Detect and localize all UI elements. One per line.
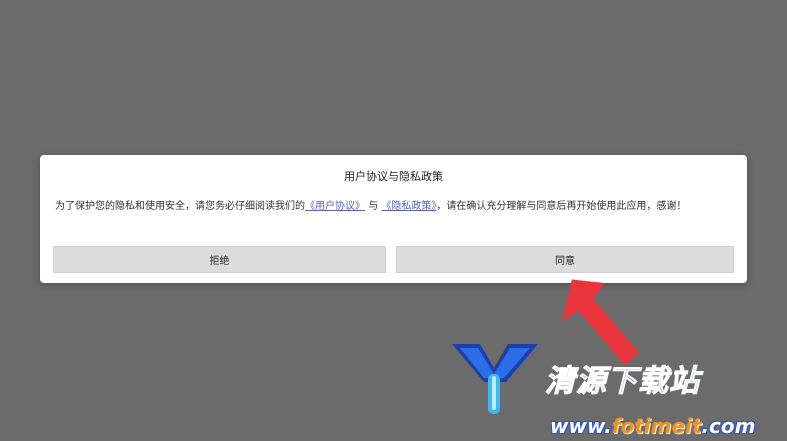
watermark-cn-text: 清源下载站: [545, 364, 700, 400]
watermark-url: www.fotimeit.com: [550, 414, 755, 438]
privacy-policy-link[interactable]: 《隐私政策》: [381, 201, 436, 212]
message-prefix: 为了保护您的隐私和使用安全，请您务必仔细阅读我们的: [55, 201, 305, 212]
reject-button[interactable]: 拒绝: [53, 246, 386, 273]
message-and: 与: [368, 201, 379, 212]
agreement-dialog: 用户协议与隐私政策 为了保护您的隐私和使用安全，请您务必仔细阅读我们的《用户协议…: [40, 155, 747, 283]
dialog-title: 用户协议与隐私政策: [344, 170, 443, 183]
user-agreement-link[interactable]: 《用户协议》: [305, 201, 365, 212]
watermark-url-highlight: fotimeit: [611, 414, 702, 438]
message-suffix: ，请在确认充分理解与同意后再开始使用此应用，感谢！: [436, 201, 687, 212]
agree-button[interactable]: 同意: [396, 246, 734, 273]
watermark: 清源下载站 www.fotimeit.com: [450, 338, 755, 438]
watermark-url-suffix: .com: [701, 414, 756, 438]
dialog-message: 为了保护您的隐私和使用安全，请您务必仔细阅读我们的《用户协议》 与 《隐私政策》…: [55, 199, 735, 215]
watermark-url-prefix: www.: [550, 414, 612, 438]
watermark-logo-icon: [452, 344, 538, 414]
